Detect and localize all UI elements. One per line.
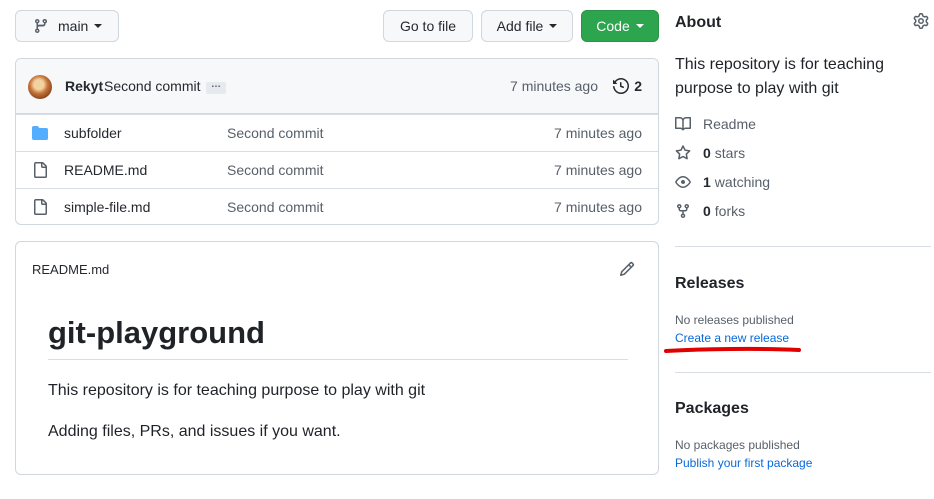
file-row[interactable]: README.md Second commit 7 minutes ago xyxy=(16,151,658,188)
commit-time: 7 minutes ago xyxy=(510,78,598,94)
create-release-link[interactable]: Create a new release xyxy=(675,331,789,345)
file-time: 7 minutes ago xyxy=(554,199,642,215)
pencil-icon[interactable] xyxy=(619,261,635,277)
no-packages-text: No packages published xyxy=(675,438,800,452)
readme-heading: git-playground xyxy=(48,315,628,360)
watching-link[interactable]: 1 watching xyxy=(675,174,770,190)
branch-select-button[interactable]: main xyxy=(15,10,119,42)
book-icon xyxy=(675,116,691,131)
forks-link[interactable]: 0 forks xyxy=(675,203,745,219)
readme-paragraph: This repository is for teaching purpose … xyxy=(48,382,426,399)
readme-paragraph: Adding files, PRs, and issues if you wan… xyxy=(48,423,341,440)
file-row[interactable]: subfolder Second commit 7 minutes ago xyxy=(16,114,658,151)
chevron-down-icon xyxy=(549,24,558,28)
file-time: 7 minutes ago xyxy=(554,162,642,178)
avatar[interactable] xyxy=(28,75,52,99)
file-icon xyxy=(34,162,47,178)
publish-package-link[interactable]: Publish your first package xyxy=(675,456,812,470)
file-commit-link[interactable]: Second commit xyxy=(227,125,323,141)
commit-expand-button[interactable]: … xyxy=(206,80,226,94)
file-name-link[interactable]: README.md xyxy=(64,162,147,178)
file-name-link[interactable]: simple-file.md xyxy=(64,199,150,215)
forks-label: forks xyxy=(714,203,746,219)
sidebar-divider xyxy=(675,372,931,373)
readme-panel: README.md git-playground This repository… xyxy=(15,241,659,475)
chevron-down-icon xyxy=(94,24,103,28)
watching-label: watching xyxy=(714,174,771,190)
stars-count: 0 xyxy=(703,145,711,161)
star-icon xyxy=(675,145,691,160)
watching-count: 1 xyxy=(703,174,711,190)
git-branch-icon xyxy=(35,18,47,34)
branch-label: main xyxy=(58,18,89,34)
file-name-link[interactable]: subfolder xyxy=(64,125,122,141)
packages-heading[interactable]: Packages xyxy=(675,400,749,418)
about-heading: About xyxy=(675,14,722,31)
chevron-down-icon xyxy=(635,24,644,28)
file-commit-link[interactable]: Second commit xyxy=(227,162,323,178)
file-browser: Rekyt Second commit … 7 minutes ago 2 su… xyxy=(15,58,659,225)
folder-icon xyxy=(32,126,48,140)
repo-description: This repository is for teaching purpose … xyxy=(675,56,884,97)
gear-icon[interactable] xyxy=(913,13,929,29)
no-releases-text: No releases published xyxy=(675,313,794,327)
sidebar-divider xyxy=(675,246,931,247)
readme-filename[interactable]: README.md xyxy=(32,262,109,277)
add-file-label: Add file xyxy=(496,18,544,34)
commit-count[interactable]: 2 xyxy=(634,78,642,94)
file-icon xyxy=(34,199,47,215)
annotation-underline xyxy=(664,346,801,353)
readme-link[interactable]: Readme xyxy=(675,116,756,132)
forks-count: 0 xyxy=(703,203,711,219)
go-to-file-label: Go to file xyxy=(399,18,457,34)
add-file-button[interactable]: Add file xyxy=(481,10,573,42)
file-row[interactable]: simple-file.md Second commit 7 minutes a… xyxy=(16,188,658,224)
file-commit-link[interactable]: Second commit xyxy=(227,199,323,215)
readme-link-label: Readme xyxy=(703,116,756,132)
commit-message-link[interactable]: Second commit xyxy=(104,78,200,94)
history-icon[interactable] xyxy=(613,78,629,94)
eye-icon xyxy=(675,176,691,188)
commit-author-link[interactable]: Rekyt xyxy=(65,78,103,94)
latest-commit-bar: Rekyt Second commit … 7 minutes ago 2 xyxy=(16,59,658,114)
code-button[interactable]: Code xyxy=(581,10,659,42)
go-to-file-button[interactable]: Go to file xyxy=(383,10,473,42)
releases-heading[interactable]: Releases xyxy=(675,275,744,293)
fork-icon xyxy=(677,204,689,219)
code-label: Code xyxy=(596,18,630,34)
stars-link[interactable]: 0 stars xyxy=(675,145,745,161)
file-time: 7 minutes ago xyxy=(554,125,642,141)
stars-label: stars xyxy=(714,145,746,161)
